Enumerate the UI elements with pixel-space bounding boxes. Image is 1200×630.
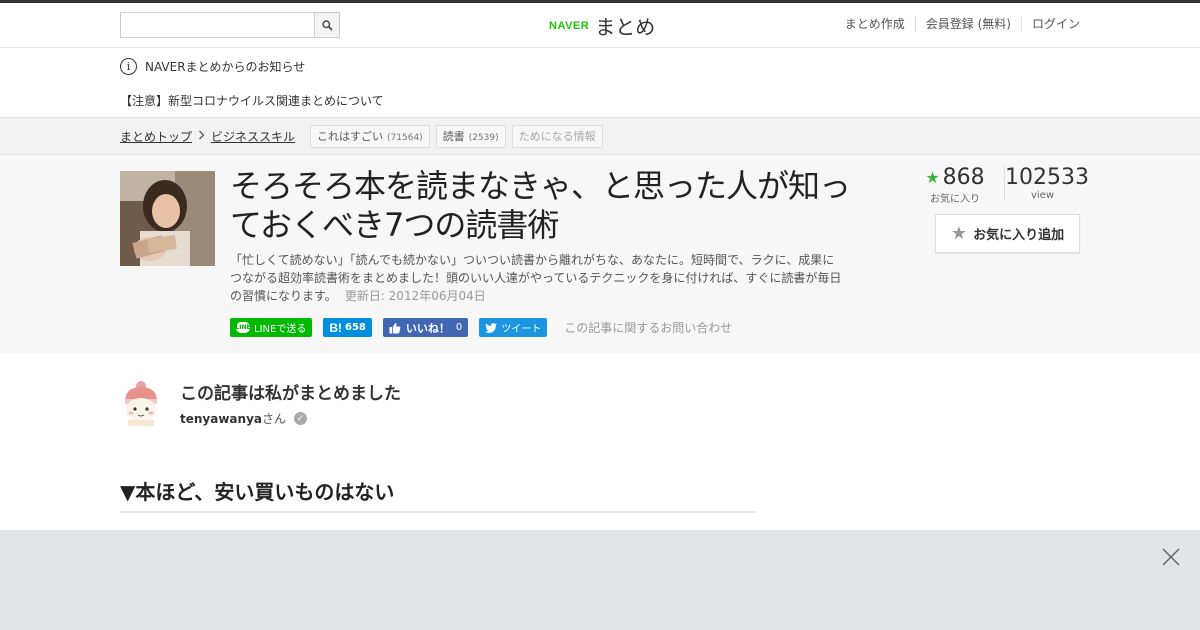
updated-date: 更新日: 2012年06月04日 <box>344 289 486 303</box>
search-input[interactable] <box>121 13 315 37</box>
tag-count: (2539) <box>468 133 499 143</box>
facebook-like-count: 0 <box>455 322 463 333</box>
tweet-label: ツイート <box>501 324 542 335</box>
article-description: 「忙しくて読めない」「読んでも続かない」ついつい読書から離れがちな、あなたに。短… <box>230 251 845 305</box>
hatena-icon: B! <box>329 320 342 335</box>
share-buttons: LINE LINEで送る B! 658 いいね！ 0 ツイート この記事に関する… <box>230 318 732 337</box>
verified-check-icon: ✓ <box>294 412 307 425</box>
facebook-like-label: いいね！ <box>405 321 450 335</box>
chevron-right-icon <box>198 130 205 143</box>
line-icon: LINE <box>235 322 251 333</box>
section-heading: ▼本ほど、安い買いものはない <box>120 476 755 513</box>
views-count: 102533 <box>1005 165 1089 190</box>
views-label: view <box>1030 190 1055 201</box>
tag-label: 読書 <box>442 130 465 143</box>
favorites-label: お気に入り <box>930 194 980 205</box>
notice-title-row: i NAVERまとめからのお知らせ <box>120 58 305 75</box>
breadcrumb-home[interactable]: まとめトップ <box>120 128 192 145</box>
favorites-count: 868 <box>942 165 985 190</box>
create-matome-link[interactable]: まとめ作成 <box>835 17 915 31</box>
add-favorite-button[interactable]: ★ お気に入り追加 <box>935 214 1080 253</box>
close-icon[interactable] <box>1162 548 1180 566</box>
author-suffix: さん <box>261 412 286 426</box>
twitter-bird-icon <box>485 322 498 333</box>
author-username: tenyawanya <box>180 411 262 426</box>
search-box <box>120 12 340 38</box>
views-stat: 102533 view <box>1004 165 1089 201</box>
author-box: この記事は私がまとめました tenyawanya さん ✓ <box>120 380 820 440</box>
search-button[interactable] <box>314 13 339 37</box>
info-icon: i <box>120 58 137 75</box>
tweet-button[interactable]: ツイート <box>479 318 548 337</box>
hatena-count: 658 <box>345 322 366 333</box>
article-header: そろそろ本を読まなきゃ、と思った人が知っておくべき7つの読書術 「忙しくて読めな… <box>0 155 1200 353</box>
tag-item[interactable]: ためになる情報 <box>511 125 603 148</box>
breadcrumb-category[interactable]: ビジネススキル <box>211 128 295 145</box>
line-share-label: LINEで送る <box>254 324 307 335</box>
tag-label: ためになる情報 <box>518 130 596 143</box>
add-favorite-label: お気に入り追加 <box>973 228 1065 243</box>
tag-count: (71564) <box>387 133 423 143</box>
article-thumbnail <box>120 171 215 266</box>
ad-banner <box>0 530 1200 630</box>
author-heading: この記事は私がまとめました <box>180 384 401 404</box>
thumbs-up-icon <box>389 322 401 334</box>
tag-label: これはすごい <box>317 130 384 143</box>
facebook-like-button[interactable]: いいね！ 0 <box>382 318 469 337</box>
favorites-stat: ★ 868 お気に入り <box>920 165 990 205</box>
site-logo[interactable]: NAVER まとめ <box>549 11 655 40</box>
article-description-text: 「忙しくて読めない」「読んでも続かない」ついつい読書から離れがちな、あなたに。短… <box>230 253 842 303</box>
header-links: まとめ作成 会員登録 (無料) ログイン <box>835 17 1080 31</box>
tag-item[interactable]: 読書 (2539) <box>435 125 506 148</box>
notice-item[interactable]: 【注意】新型コロナウイルス関連まとめについて <box>120 92 384 109</box>
login-link[interactable]: ログイン <box>1020 17 1080 31</box>
logo-name: まとめ <box>595 15 656 39</box>
hatena-bookmark-button[interactable]: B! 658 <box>323 318 372 337</box>
article-title: そろそろ本を読まなきゃ、と思った人が知っておくべき7つの読書術 <box>230 167 851 244</box>
star-icon: ★ <box>950 223 968 244</box>
site-header: NAVER まとめ まとめ作成 会員登録 (無料) ログイン <box>0 3 1200 48</box>
breadcrumb: まとめトップ ビジネススキル これはすごい (71564) 読書 (2539) ため… <box>0 118 1200 155</box>
register-link[interactable]: 会員登録 (無料) <box>914 17 1021 31</box>
notice-title: NAVERまとめからのお知らせ <box>145 60 306 74</box>
star-icon: ★ <box>925 168 940 187</box>
inquiry-link[interactable]: この記事に関するお問い合わせ <box>564 319 732 336</box>
line-share-button[interactable]: LINE LINEで送る <box>230 318 313 337</box>
notice-area: i NAVERまとめからのお知らせ 【注意】新型コロナウイルス関連まとめについて <box>0 48 1200 118</box>
logo-brand: NAVER <box>549 19 590 32</box>
tag-item[interactable]: これはすごい (71564) <box>310 125 430 148</box>
avatar[interactable] <box>120 380 162 426</box>
search-icon <box>321 19 333 31</box>
author-name[interactable]: tenyawanya さん ✓ <box>180 410 307 427</box>
